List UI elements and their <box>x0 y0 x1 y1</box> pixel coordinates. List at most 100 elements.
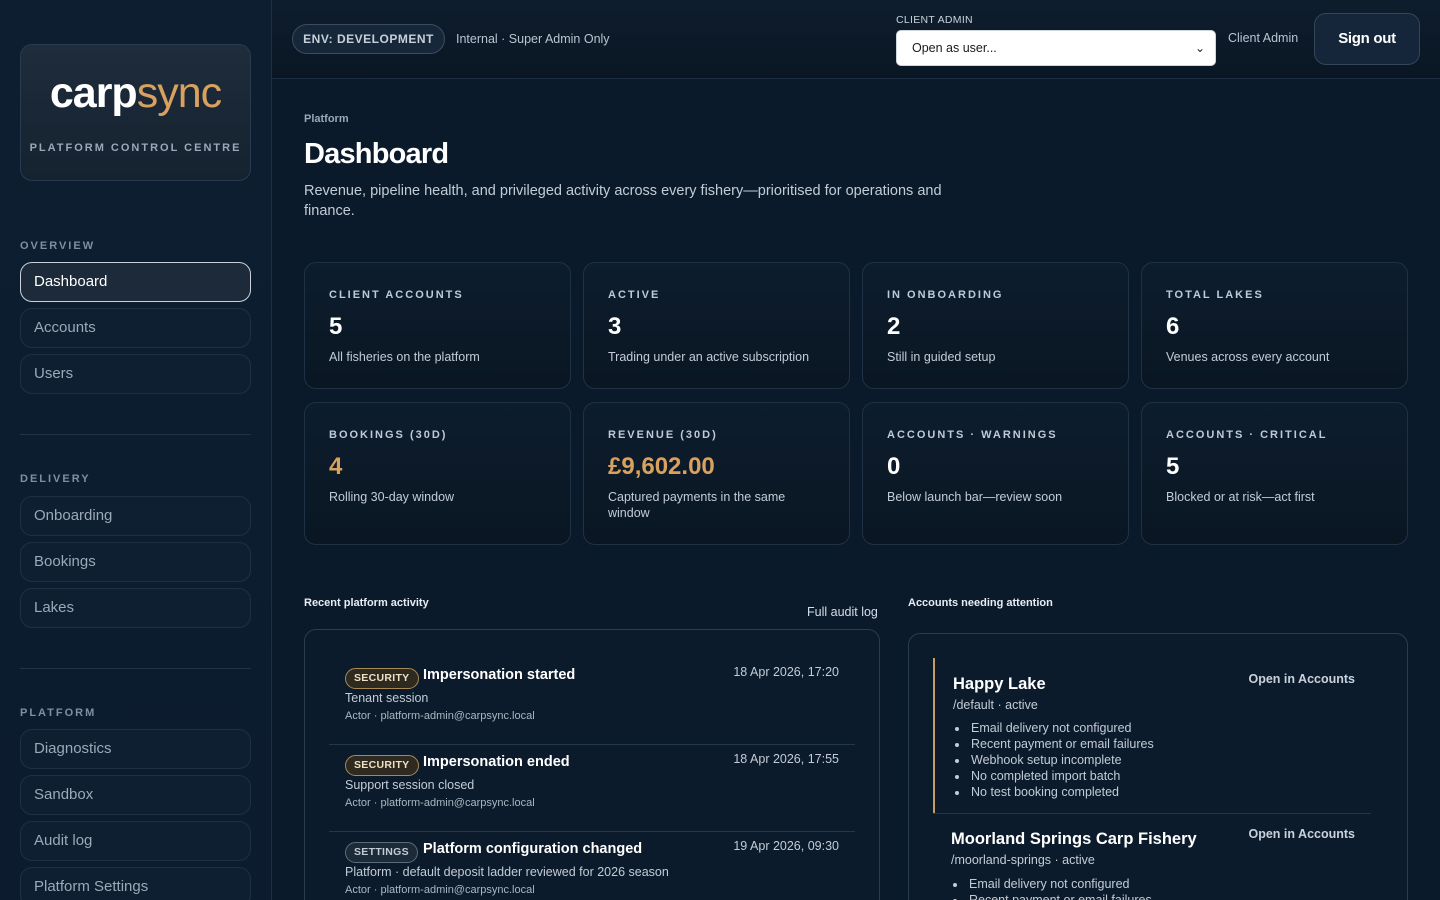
security-badge: SECURITY <box>345 668 419 689</box>
topbar: ENV: DEVELOPMENT Internal · Super Admin … <box>272 0 1440 79</box>
issue-item: Email delivery not configured <box>969 720 1154 736</box>
sidebar-item-platform-settings[interactable]: Platform Settings <box>20 867 251 900</box>
issue-item: Webhook setup incomplete <box>969 752 1154 768</box>
open-in-accounts-link[interactable]: Open in Accounts <box>1249 672 1356 686</box>
settings-badge: SETTINGS <box>345 842 418 863</box>
account-name: Moorland Springs Carp Fishery <box>951 830 1197 848</box>
activity-row[interactable]: SETTINGS Platform configuration changed … <box>329 832 855 900</box>
brand-subtitle: PLATFORM CONTROL CENTRE <box>29 142 242 154</box>
chevron-down-icon: ⌄ <box>1194 41 1205 55</box>
open-in-accounts-link[interactable]: Open in Accounts <box>1249 827 1356 841</box>
issue-list: Email delivery not configured Recent pay… <box>967 876 1152 900</box>
security-badge: SECURITY <box>345 755 419 776</box>
select-value: Open as user... <box>912 41 997 55</box>
breadcrumb: Platform <box>304 113 349 125</box>
client-admin-label: CLIENT ADMIN <box>896 14 973 26</box>
issue-item: No test booking completed <box>969 784 1154 800</box>
issue-item: No completed import batch <box>969 768 1154 784</box>
stat-label: TOTAL LAKES <box>1166 289 1264 301</box>
stat-label: ACCOUNTS · WARNINGS <box>887 429 1058 441</box>
issue-item: Recent payment or email failures <box>967 892 1152 900</box>
sidebar-item-bookings[interactable]: Bookings <box>20 542 251 582</box>
nav-section-platform: PLATFORM <box>20 707 97 719</box>
activity-title: Platform configuration changed <box>423 841 643 857</box>
activity-sub: Support session closed <box>345 778 475 792</box>
sidebar-item-diagnostics[interactable]: Diagnostics <box>20 729 251 769</box>
stat-label: REVENUE (30D) <box>608 429 718 441</box>
stat-value: 5 <box>329 313 343 340</box>
attention-panel: Happy Lake /default · active Open in Acc… <box>908 633 1408 900</box>
nav-divider <box>20 668 251 669</box>
activity-time: 19 Apr 2026, 09:30 <box>733 839 839 853</box>
stat-label: CLIENT ACCOUNTS <box>329 289 464 301</box>
activity-heading: Recent platform activity <box>304 597 429 609</box>
stat-desc: Captured payments in the same window <box>608 490 786 520</box>
attention-heading: Accounts needing attention <box>908 597 1053 609</box>
page-subtitle: Revenue, pipeline health, and privileged… <box>304 183 942 219</box>
open-as-user-select[interactable]: Open as user... ⌄ <box>896 30 1216 66</box>
stat-value: 5 <box>1166 453 1180 480</box>
stat-card-total-lakes: TOTAL LAKES 6 Venues across every accoun… <box>1141 262 1408 389</box>
attention-account: Moorland Springs Carp Fishery /moorland-… <box>933 814 1371 900</box>
account-slug: /default · active <box>953 698 1038 712</box>
stat-card-active: ACTIVE 3 Trading under an active subscri… <box>583 262 850 389</box>
stat-desc: Trading under an active subscription <box>608 350 810 364</box>
env-badge: ENV: DEVELOPMENT <box>292 24 445 54</box>
stat-card-revenue: REVENUE (30D) £9,602.00 Captured payment… <box>583 402 850 545</box>
stat-card-bookings: BOOKINGS (30D) 4 Rolling 30-day window <box>304 402 571 545</box>
stat-label: BOOKINGS (30D) <box>329 429 448 441</box>
stat-desc: Blocked or at risk—act first <box>1166 490 1315 504</box>
activity-title: Impersonation ended <box>423 754 570 770</box>
nav-divider <box>20 434 251 435</box>
sidebar-item-dashboard[interactable]: Dashboard <box>20 262 251 302</box>
full-audit-log-link[interactable]: Full audit log <box>807 605 878 619</box>
nav-section-delivery: DELIVERY <box>20 473 91 485</box>
activity-sub: Tenant session <box>345 691 429 705</box>
stat-card-critical: ACCOUNTS · CRITICAL 5 Blocked or at risk… <box>1141 402 1408 545</box>
stat-card-in-onboarding: IN ONBOARDING 2 Still in guided setup <box>862 262 1129 389</box>
stat-label: ACTIVE <box>608 289 661 301</box>
nav-section-overview: OVERVIEW <box>20 240 96 252</box>
stat-value: 0 <box>887 453 901 480</box>
sidebar-item-accounts[interactable]: Accounts <box>20 308 251 348</box>
page-title: Dashboard <box>304 138 449 170</box>
issue-item: Email delivery not configured <box>967 876 1152 892</box>
stat-value: 4 <box>329 453 343 480</box>
stat-value: 3 <box>608 313 622 340</box>
account-slug: /moorland-springs · active <box>951 853 1095 867</box>
stat-card-warnings: ACCOUNTS · WARNINGS 0 Below launch bar—r… <box>862 402 1129 545</box>
stat-label: IN ONBOARDING <box>887 289 1004 301</box>
brand-card[interactable]: carpsync PLATFORM CONTROL CENTRE <box>20 44 251 181</box>
stat-desc: Below launch bar—review soon <box>887 490 1063 504</box>
issue-item: Recent payment or email failures <box>969 736 1154 752</box>
activity-title: Impersonation started <box>423 667 576 683</box>
stat-card-client-accounts: CLIENT ACCOUNTS 5 All fisheries on the p… <box>304 262 571 389</box>
issue-list: Email delivery not configured Recent pay… <box>969 720 1154 800</box>
sign-out-button[interactable]: Sign out <box>1314 13 1420 65</box>
sidebar-item-lakes[interactable]: Lakes <box>20 588 251 628</box>
stat-value: 2 <box>887 313 901 340</box>
stat-desc: Rolling 30-day window <box>329 490 455 504</box>
brand-logo: carpsync <box>49 69 222 117</box>
activity-row[interactable]: SECURITY Impersonation ended 18 Apr 2026… <box>329 745 855 832</box>
activity-panel: SECURITY Impersonation started 18 Apr 20… <box>304 629 880 900</box>
attention-account: Happy Lake /default · active Open in Acc… <box>933 658 1371 813</box>
stat-desc: All fisheries on the platform <box>329 350 480 364</box>
activity-row[interactable]: SECURITY Impersonation started 18 Apr 20… <box>329 658 855 745</box>
stat-label: ACCOUNTS · CRITICAL <box>1166 429 1328 441</box>
client-admin-link[interactable]: Client Admin <box>1228 31 1298 45</box>
activity-actor: Actor · platform-admin@carpsync.local <box>345 797 535 809</box>
sidebar-item-sandbox[interactable]: Sandbox <box>20 775 251 815</box>
activity-actor: Actor · platform-admin@carpsync.local <box>345 884 535 896</box>
stat-value: £9,602.00 <box>608 453 715 480</box>
account-name: Happy Lake <box>953 675 1046 693</box>
env-note: Internal · Super Admin Only <box>456 32 610 46</box>
stat-desc: Venues across every account <box>1166 350 1330 364</box>
stat-desc: Still in guided setup <box>887 350 996 364</box>
activity-actor: Actor · platform-admin@carpsync.local <box>345 710 535 722</box>
activity-time: 18 Apr 2026, 17:55 <box>733 752 839 766</box>
activity-time: 18 Apr 2026, 17:20 <box>733 665 839 679</box>
sidebar-item-audit-log[interactable]: Audit log <box>20 821 251 861</box>
sidebar-item-onboarding[interactable]: Onboarding <box>20 496 251 536</box>
sidebar-item-users[interactable]: Users <box>20 354 251 394</box>
